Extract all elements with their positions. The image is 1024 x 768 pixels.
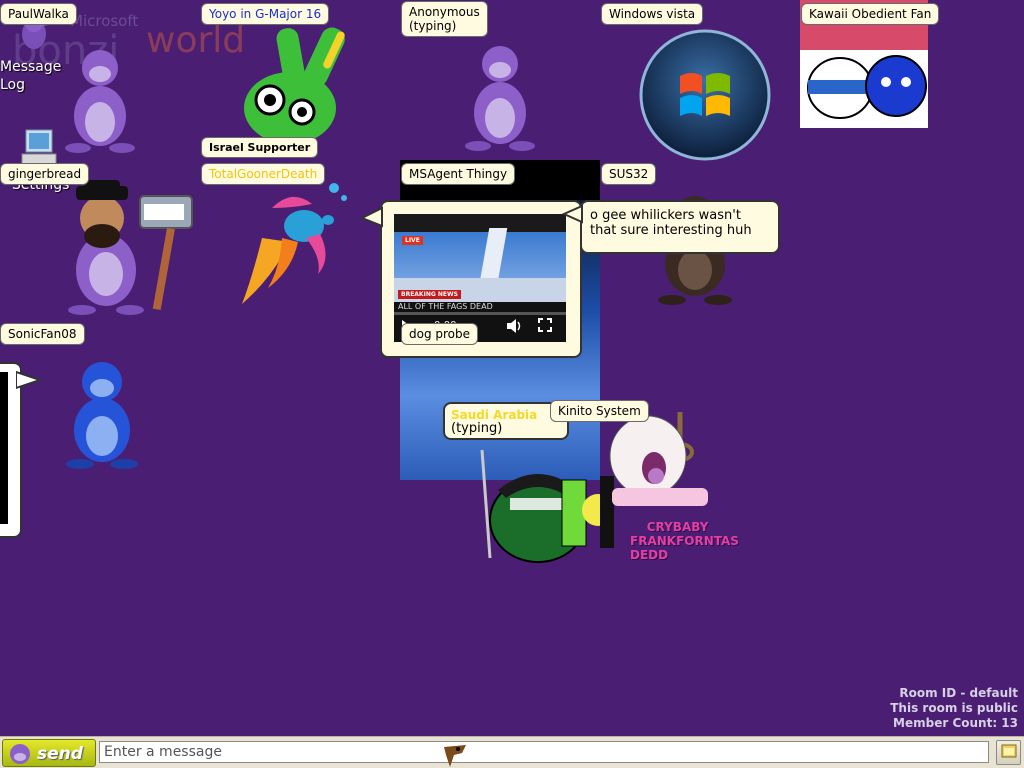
nametag-israel-supporter[interactable]: Israel Supporter: [201, 137, 319, 158]
nametag-totalgoonerdeath[interactable]: TotalGoonerDeath: [201, 163, 326, 185]
breaking-news-label: BREAKING NEWS: [398, 290, 461, 299]
member-count-text: Member Count: 13: [893, 716, 1018, 730]
nametag-sonicfan08[interactable]: SonicFan08: [0, 323, 85, 345]
bubble-tail: [16, 370, 42, 390]
sus32-bubble-tail: [562, 204, 583, 224]
emoji-menu-button[interactable]: [996, 740, 1021, 765]
nametag-sus32[interactable]: SUS32: [601, 163, 657, 185]
israel-supporter-bonzi-avatar[interactable]: [56, 178, 201, 318]
windows-vista-orb-avatar[interactable]: [638, 28, 772, 162]
live-badge: LIVE: [402, 236, 423, 245]
bonzi-avatar-anonymous[interactable]: [460, 38, 540, 153]
video-bubble-tail: [360, 206, 383, 228]
video-headline: ALL OF THE FAGS DEAD: [398, 302, 493, 311]
nametag-kinito-system[interactable]: Kinito System: [550, 400, 649, 422]
typing-indicator: (typing): [451, 421, 503, 436]
send-button[interactable]: send: [2, 739, 96, 767]
fullscreen-icon[interactable]: [538, 318, 552, 336]
nametag-paulwalka[interactable]: PaulWalka: [0, 3, 77, 25]
chat-stage: Microsoft bonzi world Message Log Settin…: [0, 0, 1024, 768]
sus32-speech-bubble: o gee whilickers wasn't that sure intere…: [580, 200, 780, 254]
mouse-cursor-sprite-icon: [444, 745, 466, 767]
video-progress-bar[interactable]: [394, 312, 566, 315]
bonzi-avatar-paulwalka[interactable]: [60, 44, 140, 154]
bonzi-head-icon: [10, 744, 30, 764]
typing-user-name: Saudi Arabia: [451, 408, 538, 422]
nametag-yoyo[interactable]: Yoyo in G-Major 16: [201, 3, 330, 25]
volume-icon[interactable]: [506, 318, 521, 333]
window-icon: [1001, 744, 1016, 758]
nametag-windows-vista[interactable]: Windows vista: [601, 3, 704, 25]
message-input[interactable]: [99, 741, 989, 763]
sonicfan08-blue-bonzi-avatar[interactable]: [60, 356, 144, 472]
nametag-anonymous[interactable]: Anonymous (typing): [401, 1, 488, 37]
yoyo-green-creature-avatar[interactable]: [230, 18, 360, 148]
room-public-text: This room is public: [890, 701, 1018, 715]
nametag-kawaii-obedient-fan[interactable]: Kawaii Obedient Fan: [801, 3, 940, 25]
sus32-message-text: o gee whilickers wasn't that sure intere…: [590, 208, 752, 238]
totalgoonerdeath-bird-avatar[interactable]: [232, 178, 362, 310]
message-log-label: Message Log: [0, 59, 62, 93]
message-composer-bar: send: [0, 736, 1024, 768]
room-id-text: Room ID - default: [899, 686, 1018, 700]
nametag-gingerbread[interactable]: gingerbread: [0, 163, 90, 185]
pink-overlay-text: CRYBABY FRANKFORNTAS DEDD: [630, 520, 739, 562]
nametag-dog-probe[interactable]: dog probe: [401, 323, 479, 345]
nametag-msagent-thingy[interactable]: MSAgent Thingy: [401, 163, 516, 185]
send-label: send: [37, 744, 83, 764]
room-info: Room ID - default This room is public Me…: [890, 686, 1018, 731]
